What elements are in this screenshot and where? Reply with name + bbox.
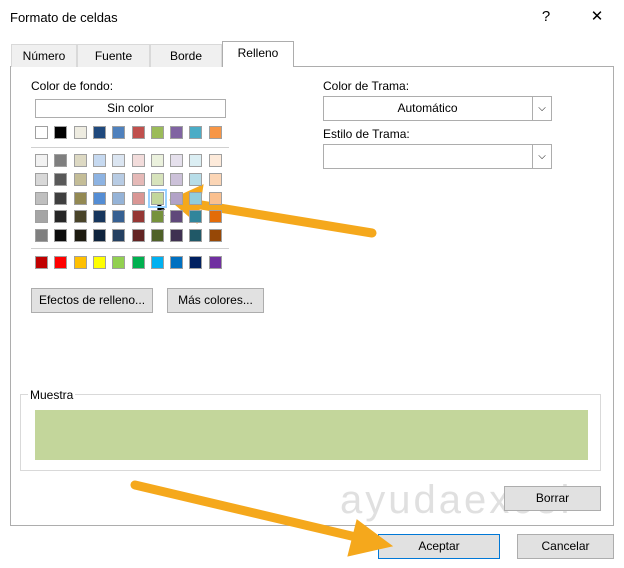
tint-color-swatch[interactable] [189,229,203,243]
theme-color-swatch[interactable] [150,126,164,139]
tint-color-swatch[interactable] [92,154,106,167]
tint-color-swatch[interactable] [208,229,222,243]
standard-color-swatch[interactable] [131,256,145,269]
tint-color-swatch[interactable] [170,154,184,167]
tint-color-swatch[interactable] [92,172,106,186]
standard-color-swatch[interactable] [73,256,87,269]
theme-color-swatch[interactable] [54,126,68,139]
standard-color-swatch[interactable] [112,256,126,269]
tint-color-swatch[interactable] [189,154,203,167]
annotation-arrows [130,184,394,557]
tint-color-swatch[interactable] [170,229,184,243]
tint-color-swatch[interactable] [131,191,145,205]
arrow-to-ok [130,480,365,543]
theme-color-swatch[interactable] [131,126,145,139]
arrow-head-icon [347,519,394,557]
tint-color-swatch[interactable] [35,154,48,167]
tint-color-swatch[interactable] [147,188,167,208]
tint-color-swatch[interactable] [189,172,203,186]
tint-color-swatch[interactable] [150,229,164,243]
tint-color-swatch[interactable] [112,229,126,243]
tint-color-swatch[interactable] [92,210,106,224]
tint-color-swatch[interactable] [35,191,48,205]
standard-color-swatch[interactable] [189,256,203,269]
tint-color-swatch[interactable] [208,191,222,205]
tint-color-swatch[interactable] [170,210,184,224]
standard-color-swatch[interactable] [92,256,106,269]
standard-color-swatch[interactable] [170,256,184,269]
tint-color-swatch[interactable] [35,229,48,243]
tint-color-swatch[interactable] [150,210,164,224]
tint-color-swatch[interactable] [35,172,48,186]
tint-color-swatch[interactable] [73,210,87,224]
tint-color-swatch[interactable] [35,210,48,224]
tint-color-swatch[interactable] [208,172,222,186]
theme-color-swatch[interactable] [35,126,48,139]
theme-color-swatch[interactable] [112,126,126,139]
tint-color-swatch[interactable] [112,172,126,186]
standard-color-swatch[interactable] [54,256,68,269]
tint-color-swatch[interactable] [131,229,145,243]
tint-color-swatch[interactable] [54,154,68,167]
standard-color-swatch[interactable] [150,256,164,269]
tint-color-swatch[interactable] [73,154,87,167]
theme-color-swatch[interactable] [170,126,184,139]
tint-color-swatch[interactable] [131,172,145,186]
standard-color-swatch[interactable] [208,256,222,269]
theme-color-swatch[interactable] [92,126,106,139]
standard-color-swatch[interactable] [35,256,48,269]
tint-color-swatch[interactable] [208,154,222,167]
theme-color-swatch[interactable] [189,126,203,139]
tint-color-swatch[interactable] [150,154,164,167]
theme-color-swatch[interactable] [73,126,87,139]
tint-color-swatch[interactable] [189,191,203,205]
tint-color-swatch[interactable] [54,229,68,243]
tint-color-swatch[interactable] [170,172,184,186]
tint-color-swatch[interactable] [189,210,203,224]
tint-color-swatch[interactable] [131,210,145,224]
tint-color-swatch[interactable] [92,229,106,243]
tint-color-swatch[interactable] [54,172,68,186]
tint-color-swatch[interactable] [54,210,68,224]
tint-color-swatch[interactable] [112,154,126,167]
theme-color-swatch[interactable] [208,126,222,139]
tint-color-swatch[interactable] [150,172,164,186]
tint-color-swatch[interactable] [73,172,87,186]
tint-color-swatch[interactable] [54,191,68,205]
tint-color-swatch[interactable] [73,191,87,205]
tint-color-swatch[interactable] [73,229,87,243]
tint-color-swatch[interactable] [131,154,145,167]
tint-color-swatch[interactable] [112,191,126,205]
tint-color-swatch[interactable] [208,210,222,224]
tint-color-swatch[interactable] [112,210,126,224]
tint-color-swatch[interactable] [92,191,106,205]
tint-color-swatch[interactable] [170,191,184,205]
